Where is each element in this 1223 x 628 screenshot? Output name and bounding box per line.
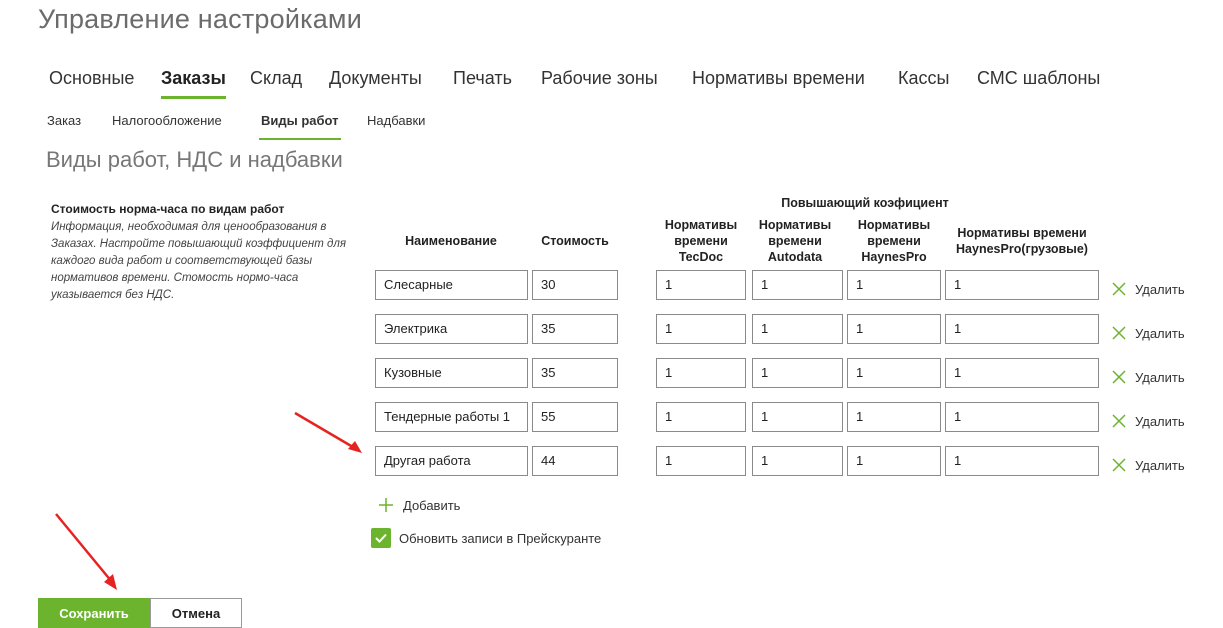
row-tecdoc-input[interactable]: 1 [656, 358, 746, 388]
row-cost-input[interactable]: 30 [532, 270, 618, 300]
add-label: Добавить [403, 497, 461, 513]
row-name-input[interactable]: Электрика [375, 314, 528, 344]
delete-row-button[interactable]: Удалить [1111, 367, 1185, 387]
info-text: Информация, необходимая для ценообразова… [51, 221, 347, 301]
close-icon [1112, 282, 1126, 296]
plus-icon [379, 498, 393, 512]
subtab-vidy-rabot[interactable]: Виды работ [259, 113, 341, 140]
row-autodata-input[interactable]: 1 [752, 314, 843, 344]
tab-rabochie-zony[interactable]: Рабочие зоны [541, 66, 658, 96]
tab-kassy[interactable]: Кассы [898, 66, 949, 96]
row-cost-input[interactable]: 35 [532, 358, 618, 388]
close-icon [1112, 326, 1126, 340]
row-name-input[interactable]: Слесарные [375, 270, 528, 300]
tab-sms-shablony[interactable]: СМС шаблоны [977, 66, 1100, 96]
row-tecdoc-input[interactable]: 1 [656, 446, 746, 476]
delete-label: Удалить [1135, 281, 1185, 297]
tab-pechat[interactable]: Печать [453, 66, 512, 96]
col-header-tecdoc: Нормативы времени TecDoc [664, 218, 738, 264]
close-icon [1112, 370, 1126, 384]
row-haynespro-input[interactable]: 1 [847, 358, 941, 388]
subtab-nalogooblozhenie[interactable]: Налогообложение [112, 113, 222, 128]
col-header-cost: Стоимость [541, 234, 609, 248]
delete-row-button[interactable]: Удалить [1111, 411, 1185, 431]
row-haynespro-input[interactable]: 1 [847, 270, 941, 300]
update-pricelist-checkbox[interactable]: Обновить записи в Прейскуранте [371, 528, 601, 548]
row-autodata-input[interactable]: 1 [752, 358, 843, 388]
col-header-name: Наименование [405, 234, 497, 248]
row-haynespro-truck-input[interactable]: 1 [945, 446, 1099, 476]
tab-osnovnye[interactable]: Основные [49, 66, 134, 96]
row-cost-input[interactable]: 35 [532, 314, 618, 344]
save-button[interactable]: Сохранить [38, 598, 150, 628]
row-haynespro-truck-input[interactable]: 1 [945, 402, 1099, 432]
row-haynespro-truck-input[interactable]: 1 [945, 314, 1099, 344]
row-haynespro-truck-input[interactable]: 1 [945, 270, 1099, 300]
section-title: Виды работ, НДС и надбавки [46, 147, 343, 172]
group-header: Повышающий коэфициент [781, 196, 949, 210]
row-autodata-input[interactable]: 1 [752, 446, 843, 476]
close-icon [1112, 458, 1126, 472]
delete-row-button[interactable]: Удалить [1111, 279, 1185, 299]
delete-label: Удалить [1135, 325, 1185, 341]
delete-row-button[interactable]: Удалить [1111, 455, 1185, 475]
delete-row-button[interactable]: Удалить [1111, 323, 1185, 343]
row-tecdoc-input[interactable]: 1 [656, 314, 746, 344]
col-header-haynespro-truck: Нормативы времени HaynesPro(грузовые) [956, 226, 1088, 256]
cancel-button[interactable]: Отмена [150, 598, 242, 628]
subtab-nadbavki[interactable]: Надбавки [367, 113, 425, 128]
checkbox-label: Обновить записи в Прейскуранте [399, 530, 602, 546]
tab-sklad[interactable]: Склад [250, 66, 302, 96]
checkmark-icon [375, 533, 387, 543]
row-haynespro-truck-input[interactable]: 1 [945, 358, 1099, 388]
tab-zakazy[interactable]: Заказы [161, 66, 226, 99]
tab-normativy-vremeni[interactable]: Нормативы времени [692, 66, 865, 96]
row-name-input[interactable]: Другая работа [375, 446, 528, 476]
tab-dokumenty[interactable]: Документы [329, 66, 422, 96]
info-heading: Стоимость норма-часа по видам работ [51, 202, 285, 216]
row-name-input[interactable]: Кузовные [375, 358, 528, 388]
row-tecdoc-input[interactable]: 1 [656, 270, 746, 300]
row-autodata-input[interactable]: 1 [752, 402, 843, 432]
subtab-zakaz[interactable]: Заказ [47, 113, 81, 128]
row-cost-input[interactable]: 44 [532, 446, 618, 476]
add-row-button[interactable]: Добавить [378, 497, 460, 513]
close-icon [1112, 414, 1126, 428]
delete-label: Удалить [1135, 413, 1185, 429]
row-haynespro-input[interactable]: 1 [847, 402, 941, 432]
row-tecdoc-input[interactable]: 1 [656, 402, 746, 432]
annotation-arrow-icon [294, 411, 362, 453]
checkbox-checked[interactable] [371, 528, 391, 548]
row-cost-input[interactable]: 55 [532, 402, 618, 432]
row-autodata-input[interactable]: 1 [752, 270, 843, 300]
row-haynespro-input[interactable]: 1 [847, 446, 941, 476]
col-header-autodata: Нормативы времени Autodata [758, 218, 832, 264]
row-name-input[interactable]: Тендерные работы 1 [375, 402, 528, 432]
delete-label: Удалить [1135, 457, 1185, 473]
annotation-arrow-icon [55, 513, 117, 590]
delete-label: Удалить [1135, 369, 1185, 385]
row-haynespro-input[interactable]: 1 [847, 314, 941, 344]
col-header-haynespro: Нормативы времени HaynesPro [857, 218, 931, 264]
page-title: Управление настройками [38, 4, 362, 34]
